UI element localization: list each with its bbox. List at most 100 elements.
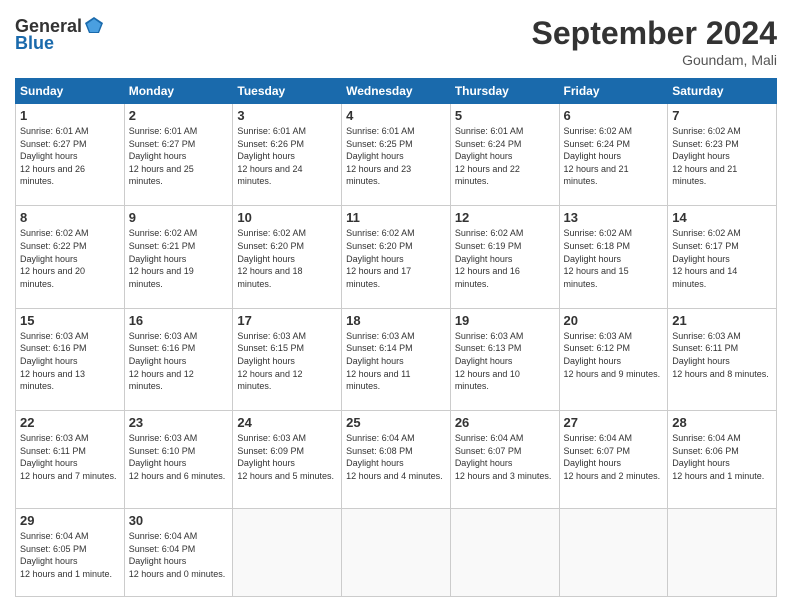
- day-number: 28: [672, 415, 772, 430]
- calendar-cell: 4 Sunrise: 6:01 AMSunset: 6:25 PMDaylight…: [342, 104, 451, 206]
- header: General Blue September 2024 Goundam, Mal…: [15, 15, 777, 68]
- calendar-cell: [450, 509, 559, 597]
- day-info: Sunrise: 6:03 AMSunset: 6:13 PMDaylight …: [455, 330, 555, 393]
- day-number: 17: [237, 313, 337, 328]
- logo-flag-icon: [83, 15, 105, 37]
- day-info: Sunrise: 6:01 AMSunset: 6:25 PMDaylight …: [346, 125, 446, 188]
- day-info: Sunrise: 6:02 AMSunset: 6:22 PMDaylight …: [20, 227, 120, 290]
- calendar-cell: 1 Sunrise: 6:01 AMSunset: 6:27 PMDaylight…: [16, 104, 125, 206]
- calendar-cell: 21 Sunrise: 6:03 AMSunset: 6:11 PMDayligh…: [668, 308, 777, 410]
- col-sunday: Sunday: [16, 79, 125, 104]
- day-number: 5: [455, 108, 555, 123]
- day-number: 29: [20, 513, 120, 528]
- day-info: Sunrise: 6:04 AMSunset: 6:07 PMDaylight …: [455, 432, 555, 482]
- day-info: Sunrise: 6:03 AMSunset: 6:15 PMDaylight …: [237, 330, 337, 393]
- calendar-cell: 12 Sunrise: 6:02 AMSunset: 6:19 PMDayligh…: [450, 206, 559, 308]
- day-number: 21: [672, 313, 772, 328]
- day-info: Sunrise: 6:02 AMSunset: 6:23 PMDaylight …: [672, 125, 772, 188]
- day-info: Sunrise: 6:03 AMSunset: 6:14 PMDaylight …: [346, 330, 446, 393]
- calendar-cell: 13 Sunrise: 6:02 AMSunset: 6:18 PMDayligh…: [559, 206, 668, 308]
- day-info: Sunrise: 6:03 AMSunset: 6:11 PMDaylight …: [20, 432, 120, 482]
- day-info: Sunrise: 6:02 AMSunset: 6:20 PMDaylight …: [237, 227, 337, 290]
- calendar-cell: [559, 509, 668, 597]
- day-info: Sunrise: 6:03 AMSunset: 6:09 PMDaylight …: [237, 432, 337, 482]
- day-info: Sunrise: 6:03 AMSunset: 6:16 PMDaylight …: [20, 330, 120, 393]
- day-number: 25: [346, 415, 446, 430]
- calendar-cell: 5 Sunrise: 6:01 AMSunset: 6:24 PMDaylight…: [450, 104, 559, 206]
- page: General Blue September 2024 Goundam, Mal…: [0, 0, 792, 612]
- day-number: 14: [672, 210, 772, 225]
- calendar-cell: 22 Sunrise: 6:03 AMSunset: 6:11 PMDayligh…: [16, 411, 125, 509]
- calendar-cell: 14 Sunrise: 6:02 AMSunset: 6:17 PMDayligh…: [668, 206, 777, 308]
- day-number: 13: [564, 210, 664, 225]
- logo: General Blue: [15, 15, 105, 54]
- day-info: Sunrise: 6:03 AMSunset: 6:12 PMDaylight …: [564, 330, 664, 380]
- day-info: Sunrise: 6:01 AMSunset: 6:24 PMDaylight …: [455, 125, 555, 188]
- calendar-cell: 3 Sunrise: 6:01 AMSunset: 6:26 PMDaylight…: [233, 104, 342, 206]
- day-info: Sunrise: 6:02 AMSunset: 6:20 PMDaylight …: [346, 227, 446, 290]
- calendar-table: Sunday Monday Tuesday Wednesday Thursday…: [15, 78, 777, 597]
- calendar-header-row: Sunday Monday Tuesday Wednesday Thursday…: [16, 79, 777, 104]
- calendar-cell: 18 Sunrise: 6:03 AMSunset: 6:14 PMDayligh…: [342, 308, 451, 410]
- week-row-3: 15Sunrise: 6:03 AMSunset: 6:16 PMDayligh…: [16, 308, 777, 410]
- day-info: Sunrise: 6:03 AMSunset: 6:11 PMDaylight …: [672, 330, 772, 380]
- calendar-cell: 19 Sunrise: 6:03 AMSunset: 6:13 PMDayligh…: [450, 308, 559, 410]
- day-number: 20: [564, 313, 664, 328]
- calendar-cell: 16Sunrise: 6:03 AMSunset: 6:16 PMDayligh…: [124, 308, 233, 410]
- day-number: 22: [20, 415, 120, 430]
- calendar-cell: 10Sunrise: 6:02 AMSunset: 6:20 PMDayligh…: [233, 206, 342, 308]
- day-info: Sunrise: 6:02 AMSunset: 6:17 PMDaylight …: [672, 227, 772, 290]
- col-friday: Friday: [559, 79, 668, 104]
- day-number: 23: [129, 415, 229, 430]
- col-monday: Monday: [124, 79, 233, 104]
- day-info: Sunrise: 6:02 AMSunset: 6:18 PMDaylight …: [564, 227, 664, 290]
- calendar-cell: 24 Sunrise: 6:03 AMSunset: 6:09 PMDayligh…: [233, 411, 342, 509]
- week-row-1: 1 Sunrise: 6:01 AMSunset: 6:27 PMDaylight…: [16, 104, 777, 206]
- calendar-cell: [233, 509, 342, 597]
- day-info: Sunrise: 6:01 AMSunset: 6:26 PMDaylight …: [237, 125, 337, 188]
- day-number: 7: [672, 108, 772, 123]
- calendar-cell: 20 Sunrise: 6:03 AMSunset: 6:12 PMDayligh…: [559, 308, 668, 410]
- week-row-4: 22 Sunrise: 6:03 AMSunset: 6:11 PMDayligh…: [16, 411, 777, 509]
- day-number: 1: [20, 108, 120, 123]
- day-number: 30: [129, 513, 229, 528]
- calendar-cell: 23 Sunrise: 6:03 AMSunset: 6:10 PMDayligh…: [124, 411, 233, 509]
- day-number: 19: [455, 313, 555, 328]
- calendar-cell: 11 Sunrise: 6:02 AMSunset: 6:20 PMDayligh…: [342, 206, 451, 308]
- day-number: 26: [455, 415, 555, 430]
- day-number: 4: [346, 108, 446, 123]
- calendar-cell: 29 Sunrise: 6:04 AMSunset: 6:05 PMDayligh…: [16, 509, 125, 597]
- day-number: 9: [129, 210, 229, 225]
- calendar-cell: 9Sunrise: 6:02 AMSunset: 6:21 PMDaylight…: [124, 206, 233, 308]
- calendar-cell: 8 Sunrise: 6:02 AMSunset: 6:22 PMDaylight…: [16, 206, 125, 308]
- calendar-cell: 17 Sunrise: 6:03 AMSunset: 6:15 PMDayligh…: [233, 308, 342, 410]
- day-info: Sunrise: 6:02 AMSunset: 6:24 PMDaylight …: [564, 125, 664, 188]
- calendar-cell: 26 Sunrise: 6:04 AMSunset: 6:07 PMDayligh…: [450, 411, 559, 509]
- calendar-cell: 2Sunrise: 6:01 AMSunset: 6:27 PMDaylight…: [124, 104, 233, 206]
- day-info: Sunrise: 6:04 AMSunset: 6:07 PMDaylight …: [564, 432, 664, 482]
- day-number: 8: [20, 210, 120, 225]
- day-number: 3: [237, 108, 337, 123]
- calendar-cell: [342, 509, 451, 597]
- day-info: Sunrise: 6:04 AMSunset: 6:08 PMDaylight …: [346, 432, 446, 482]
- day-info: Sunrise: 6:04 AMSunset: 6:06 PMDaylight …: [672, 432, 772, 482]
- calendar-cell: 28 Sunrise: 6:04 AMSunset: 6:06 PMDayligh…: [668, 411, 777, 509]
- day-info: Sunrise: 6:02 AMSunset: 6:19 PMDaylight …: [455, 227, 555, 290]
- col-tuesday: Tuesday: [233, 79, 342, 104]
- day-number: 18: [346, 313, 446, 328]
- day-number: 24: [237, 415, 337, 430]
- day-number: 11: [346, 210, 446, 225]
- calendar-cell: 7 Sunrise: 6:02 AMSunset: 6:23 PMDaylight…: [668, 104, 777, 206]
- week-row-2: 8 Sunrise: 6:02 AMSunset: 6:22 PMDaylight…: [16, 206, 777, 308]
- day-info: Sunrise: 6:04 AMSunset: 6:05 PMDaylight …: [20, 530, 120, 580]
- day-number: 27: [564, 415, 664, 430]
- col-saturday: Saturday: [668, 79, 777, 104]
- day-number: 16: [129, 313, 229, 328]
- day-info: Sunrise: 6:01 AMSunset: 6:27 PMDaylight …: [20, 125, 120, 188]
- col-wednesday: Wednesday: [342, 79, 451, 104]
- calendar-cell: 27 Sunrise: 6:04 AMSunset: 6:07 PMDayligh…: [559, 411, 668, 509]
- day-info: Sunrise: 6:03 AMSunset: 6:10 PMDaylight …: [129, 432, 229, 482]
- day-number: 12: [455, 210, 555, 225]
- logo-blue: Blue: [15, 33, 54, 54]
- calendar-cell: 30Sunrise: 6:04 AMSunset: 6:04 PMDayligh…: [124, 509, 233, 597]
